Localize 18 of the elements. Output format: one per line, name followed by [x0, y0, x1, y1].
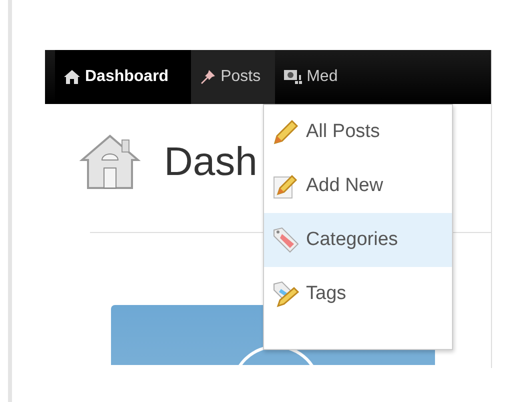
dropdown-menu-item[interactable]: All Posts: [264, 105, 452, 159]
camera-icon: [282, 67, 303, 87]
pencil-icon: [272, 118, 300, 146]
nav-menu-item[interactable]: Med: [274, 50, 352, 104]
house-icon: [78, 132, 142, 192]
nav-item-label: Posts: [220, 68, 261, 86]
dropdown-menu-item[interactable]: Categories: [264, 213, 452, 267]
tag-icon: [272, 226, 300, 254]
nav-item-label: Dashboard: [85, 68, 169, 86]
house-icon: [63, 69, 81, 85]
pushpin-icon: [198, 68, 217, 86]
dropdown-menu-item[interactable]: Tags: [264, 267, 452, 321]
tag-pencil-icon: [272, 280, 300, 308]
nav-menu-item[interactable]: Posts: [190, 50, 275, 104]
dropdown-menu-item[interactable]: Add New: [264, 159, 452, 213]
nav-item-label: Med: [306, 68, 338, 86]
page-pencil-icon: [272, 172, 300, 200]
page-title: Dash: [164, 140, 258, 184]
